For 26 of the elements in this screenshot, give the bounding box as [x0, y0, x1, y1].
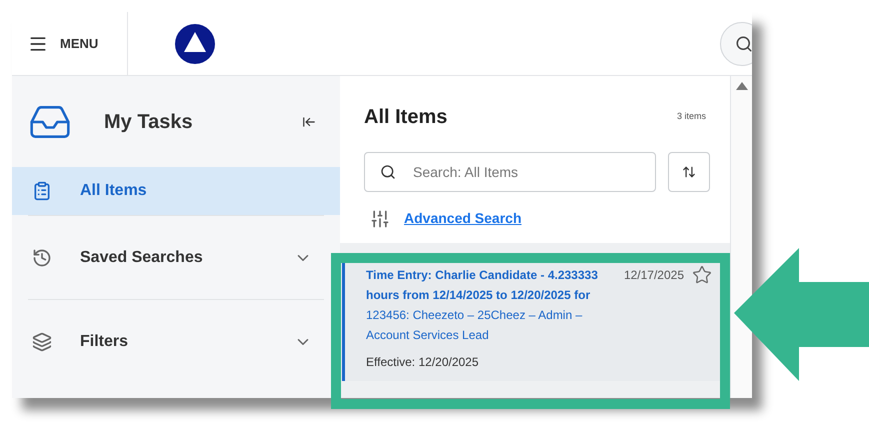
search-icon	[380, 164, 396, 180]
search-button[interactable]	[720, 22, 752, 66]
task-title[interactable]: Time Entry: Charlie Candidate - 4.233333 hours from 12/14/2025 to 12/20/2025 for 123456: Cheezeto – 25Cheez – Admin – Account Services Lead	[366, 265, 616, 345]
clipboard-icon	[32, 181, 52, 201]
sort-icon	[682, 165, 696, 179]
sidebar-item[interactable]: All Items	[12, 167, 340, 215]
search-field[interactable]: Search: All Items	[364, 152, 656, 192]
sidebar-title: My Tasks	[104, 110, 194, 134]
effective-date: Effective: 12/20/2025	[366, 354, 480, 371]
menu-label[interactable]: MENU	[60, 34, 98, 54]
sidebar-item[interactable]: Saved Searches	[28, 216, 324, 299]
sort-button[interactable]	[668, 152, 710, 192]
layers-icon	[32, 332, 52, 352]
star-icon[interactable]	[692, 265, 712, 285]
search-icon	[735, 34, 752, 52]
advanced-search-link[interactable]: Advanced Search	[404, 208, 522, 229]
item-count: 3 items	[676, 110, 706, 124]
arrow-left-icon	[734, 248, 869, 381]
sidebar-item[interactable]: Filters	[28, 300, 324, 383]
sliders-icon	[370, 208, 390, 228]
panel-title: All Items	[364, 105, 448, 130]
logo-icon	[175, 24, 215, 64]
scroll-up-icon[interactable]	[736, 82, 748, 90]
collapse-icon[interactable]	[302, 114, 316, 128]
clock-icon	[32, 248, 52, 268]
task-date: 12/17/2025	[624, 267, 684, 284]
